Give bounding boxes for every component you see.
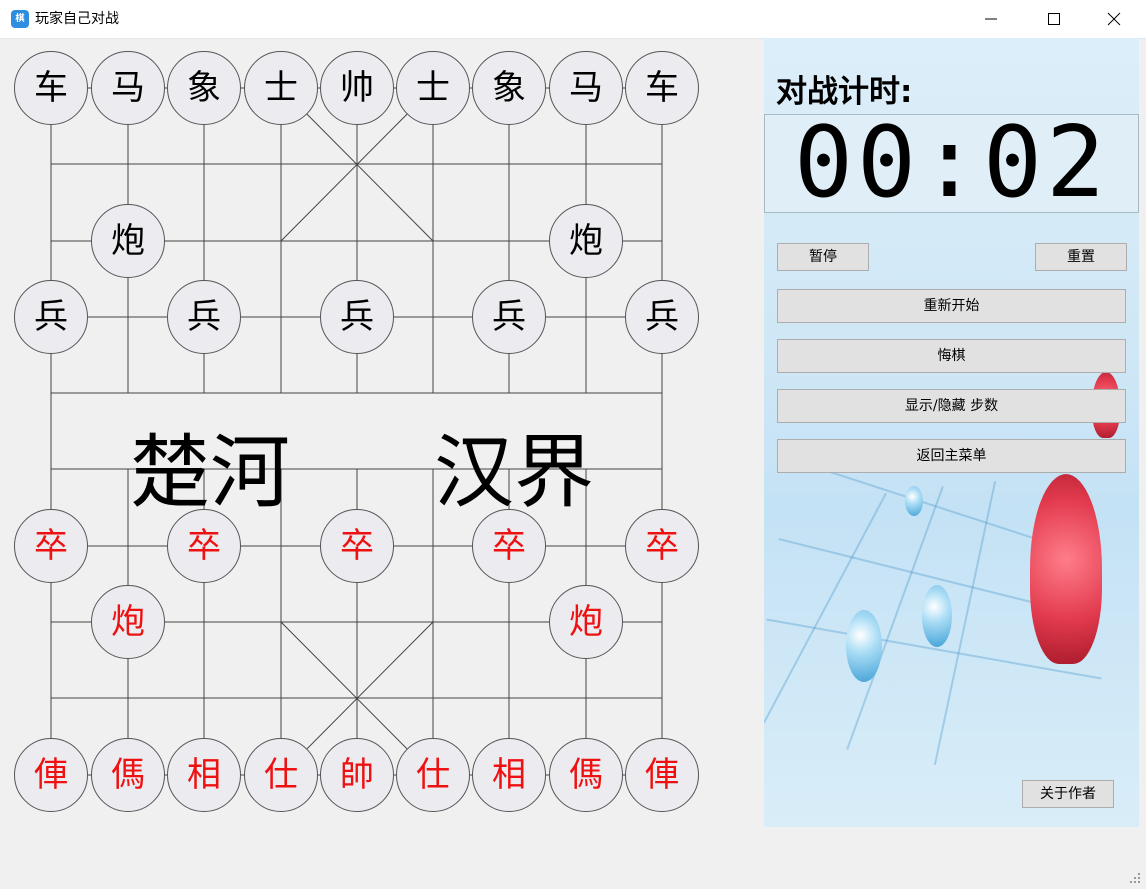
red-piece-elephant[interactable]: 相: [472, 738, 546, 812]
close-icon: [1107, 12, 1121, 26]
lotus-decoration: [1030, 474, 1102, 664]
black-piece-chariot[interactable]: 车: [625, 51, 699, 125]
minimize-button[interactable]: [968, 0, 1014, 38]
black-piece-cannon[interactable]: 炮: [549, 204, 623, 278]
black-piece-elephant[interactable]: 象: [472, 51, 546, 125]
chess-piece-decoration: [846, 610, 882, 682]
black-piece-soldier[interactable]: 兵: [472, 280, 546, 354]
chess-piece-decoration: [905, 486, 923, 516]
black-piece-soldier[interactable]: 兵: [167, 280, 241, 354]
black-piece-soldier[interactable]: 兵: [625, 280, 699, 354]
black-piece-horse[interactable]: 马: [91, 51, 165, 125]
main-menu-button[interactable]: 返回主菜单: [777, 439, 1126, 473]
timer-title: 对战计时:: [776, 74, 913, 110]
board-grid: [50, 87, 663, 776]
black-piece-cannon[interactable]: 炮: [91, 204, 165, 278]
window-title: 玩家自己对战: [35, 11, 119, 27]
black-piece-soldier[interactable]: 兵: [320, 280, 394, 354]
river-label-chu-he: 楚河: [130, 426, 290, 519]
red-piece-horse[interactable]: 傌: [91, 738, 165, 812]
about-author-button[interactable]: 关于作者: [1022, 780, 1114, 808]
close-button[interactable]: [1091, 0, 1137, 38]
red-piece-soldier[interactable]: 卒: [472, 509, 546, 583]
reset-button[interactable]: 重置: [1035, 243, 1127, 271]
red-piece-soldier[interactable]: 卒: [14, 509, 88, 583]
black-piece-general[interactable]: 帅: [320, 51, 394, 125]
red-piece-chariot[interactable]: 俥: [14, 738, 88, 812]
maximize-icon: [1048, 13, 1060, 25]
minimize-icon: [985, 18, 997, 20]
red-piece-soldier[interactable]: 卒: [625, 509, 699, 583]
chess-board[interactable]: 楚河 汉界 车 马 象 士 帅 士 象 马 车 炮 炮 兵 兵 兵 兵 兵 卒 …: [0, 38, 762, 838]
maximize-button[interactable]: [1031, 0, 1077, 38]
restart-button[interactable]: 重新开始: [777, 289, 1126, 323]
black-piece-elephant[interactable]: 象: [167, 51, 241, 125]
red-piece-horse[interactable]: 傌: [549, 738, 623, 812]
black-piece-soldier[interactable]: 兵: [14, 280, 88, 354]
title-bar: 棋 玩家自己对战: [0, 0, 1146, 39]
black-piece-advisor[interactable]: 士: [396, 51, 470, 125]
pause-button[interactable]: 暂停: [777, 243, 869, 271]
red-piece-chariot[interactable]: 俥: [625, 738, 699, 812]
app-icon: 棋: [11, 10, 29, 28]
red-piece-elephant[interactable]: 相: [167, 738, 241, 812]
black-piece-chariot[interactable]: 车: [14, 51, 88, 125]
red-piece-general[interactable]: 帥: [320, 738, 394, 812]
black-piece-horse[interactable]: 马: [549, 51, 623, 125]
river-label-han-jie: 汉界: [434, 426, 594, 519]
timer-value: 00:02: [793, 106, 1109, 220]
red-piece-cannon[interactable]: 炮: [91, 585, 165, 659]
red-piece-cannon[interactable]: 炮: [549, 585, 623, 659]
resize-grip-icon[interactable]: [1130, 873, 1142, 885]
timer-display: 00:02: [764, 114, 1139, 213]
undo-button[interactable]: 悔棋: [777, 339, 1126, 373]
chess-piece-decoration: [922, 585, 952, 647]
red-piece-advisor[interactable]: 仕: [244, 738, 318, 812]
toggle-steps-button[interactable]: 显示/隐藏 步数: [777, 389, 1126, 423]
red-piece-soldier[interactable]: 卒: [320, 509, 394, 583]
black-piece-advisor[interactable]: 士: [244, 51, 318, 125]
red-piece-soldier[interactable]: 卒: [167, 509, 241, 583]
control-panel: 对战计时: 00:02 暂停 重置 重新开始 悔棋 显示/隐藏 步数 返回主菜单…: [764, 38, 1139, 827]
red-piece-advisor[interactable]: 仕: [396, 738, 470, 812]
